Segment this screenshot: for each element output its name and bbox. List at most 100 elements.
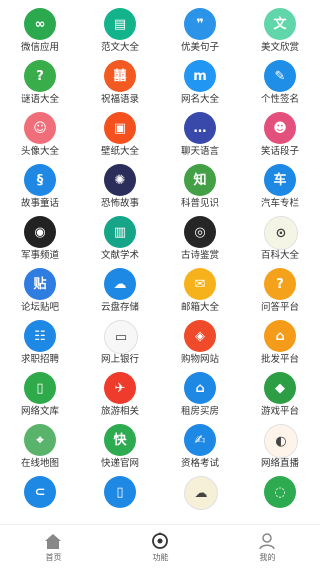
document-icon: ▤ <box>104 8 136 40</box>
grid-item[interactable]: ☷ 求职招聘 <box>0 312 80 366</box>
nickname-icon: m <box>184 60 216 92</box>
grid-item[interactable]: ▯ <box>80 468 160 522</box>
grid-item[interactable]: ⌂ 租房买房 <box>160 364 240 418</box>
question-icon: ? <box>264 268 296 300</box>
signature-icon-glyph: ✎ <box>274 68 286 84</box>
tab-profile[interactable]: 我的 <box>214 529 320 567</box>
nickname-icon-glyph: m <box>193 68 207 84</box>
lightbulb-icon: ? <box>24 60 56 92</box>
car-icon: 车 <box>264 164 296 196</box>
grid-item[interactable]: 文美文欣赏 <box>240 0 320 54</box>
cloud-drive-icon: ☁ <box>104 268 136 300</box>
grid-item[interactable]: ▥ 文献学术 <box>80 208 160 262</box>
grid-item[interactable]: ▭ 网上银行 <box>80 312 160 366</box>
quote-icon-glyph: ❞ <box>196 16 204 32</box>
forum-icon-glyph: 贴 <box>33 276 47 292</box>
quote-icon: ❞ <box>184 8 216 40</box>
profile-icon <box>259 533 275 550</box>
home-icon <box>45 534 61 549</box>
grid-item[interactable]: ▣ 壁纸大全 <box>80 104 160 158</box>
shopping-icon-glyph: ◈ <box>195 328 205 344</box>
grid-item[interactable]: ✈ 旅游相关 <box>80 364 160 418</box>
grid-item[interactable]: ☁ <box>160 468 240 522</box>
grid-item[interactable]: ⊂ <box>0 468 80 522</box>
library-icon-glyph: ▯ <box>36 380 44 396</box>
grid-item[interactable]: … 聊天语言 <box>160 104 240 158</box>
grid-item[interactable]: ◎ 古诗鉴赏 <box>160 208 240 262</box>
map-icon-glyph: ⌖ <box>36 432 44 448</box>
wechat-icon: ◌ <box>264 476 296 508</box>
tab-home[interactable]: 首页 <box>0 529 107 567</box>
grid-item[interactable]: ☻ 笑话段子 <box>240 104 320 158</box>
wallpaper-icon-glyph: ▣ <box>113 120 127 136</box>
travel-icon: ✈ <box>104 372 136 404</box>
wechat-icon-glyph: ◌ <box>274 484 286 500</box>
grid-item[interactable]: ? 谜语大全 <box>0 52 80 106</box>
mail-icon-glyph: ✉ <box>194 276 206 292</box>
grid-item[interactable]: ✉ 邮箱大全 <box>160 260 240 314</box>
grid-item[interactable]: ⊙ 百科大全 <box>240 208 320 262</box>
grid-item[interactable]: ◐ 网络直播 <box>240 416 320 470</box>
grid-item[interactable]: m 网名大全 <box>160 52 240 106</box>
story-icon-glyph: § <box>36 172 44 188</box>
job-icon: ☷ <box>24 320 56 352</box>
encyclopedia-icon-glyph: ⊙ <box>275 225 287 241</box>
phone-icon: ▯ <box>104 476 136 508</box>
grid-item[interactable]: ☺ 头像大全 <box>0 104 80 158</box>
grid-item[interactable]: ⌖ 在线地图 <box>0 416 80 470</box>
house-icon-glyph: ⌂ <box>195 380 205 396</box>
house-icon: ⌂ <box>184 372 216 404</box>
grid-item[interactable]: 囍祝福语录 <box>80 52 160 106</box>
wholesale-icon: ⌂ <box>264 320 296 352</box>
exam-icon-glyph: ✍ <box>194 432 206 448</box>
grid-item[interactable]: 知科普见识 <box>160 156 240 210</box>
tool-grid: ∞ 微信应用 ▤ 范文大全 ❞ 优美句子文美文欣赏 ? 谜语大全囍祝福语录 m 网名大全 ✎ 个性签名… <box>0 0 320 524</box>
function-icon <box>152 532 168 549</box>
travel-icon-glyph: ✈ <box>114 380 126 396</box>
live-icon: ◐ <box>264 424 298 458</box>
grid-item[interactable]: ◌ <box>240 468 320 522</box>
lightbulb-icon-glyph: ? <box>36 68 44 84</box>
grid-item[interactable]: ✎ 个性签名 <box>240 52 320 106</box>
grid-item[interactable]: ∞ 微信应用 <box>0 0 80 54</box>
grid-item[interactable]: ❞ 优美句子 <box>160 0 240 54</box>
science-icon: 知 <box>184 164 216 196</box>
wechat-app-icon-glyph: ∞ <box>34 16 46 32</box>
grid-item[interactable]: ☁ 云盘存储 <box>80 260 160 314</box>
blessing-icon-glyph: 囍 <box>113 68 127 84</box>
grid-item[interactable]: ▯ 网络文库 <box>0 364 80 418</box>
tab-function[interactable]: 功能 <box>107 529 214 567</box>
military-icon: ◉ <box>24 216 56 248</box>
poem-icon: ◎ <box>184 216 216 248</box>
game-icon: ◆ <box>264 372 296 404</box>
grid-item[interactable]: ◈ 购物网站 <box>160 312 240 366</box>
bank-icon-glyph: ▭ <box>114 329 128 345</box>
grid-item[interactable]: 快快递官网 <box>80 416 160 470</box>
signature-icon: ✎ <box>264 60 296 92</box>
grid-item[interactable]: ◆ 游戏平台 <box>240 364 320 418</box>
story-icon: § <box>24 164 56 196</box>
tab-function-label: 功能 <box>152 553 169 562</box>
grid-item[interactable]: ▤ 范文大全 <box>80 0 160 54</box>
bottom-tab-bar: 首页 功能 我的 <box>0 524 320 570</box>
wholesale-icon-glyph: ⌂ <box>275 328 285 344</box>
forum-icon: 贴 <box>24 268 56 300</box>
grid-item[interactable]: ⌂ 批发平台 <box>240 312 320 366</box>
grid-item[interactable]: ✺ 恐怖故事 <box>80 156 160 210</box>
chat-icon-glyph: … <box>193 120 207 136</box>
exam-icon: ✍ <box>184 424 216 456</box>
wechat-app-icon: ∞ <box>24 8 56 40</box>
car-icon-glyph: 车 <box>273 172 287 188</box>
cloud-drive-icon-glyph: ☁ <box>113 276 127 292</box>
partial-icon-blue: ⊂ <box>24 476 56 508</box>
grid-item[interactable]: ? 问答平台 <box>240 260 320 314</box>
grid-item[interactable]: 贴论坛贴吧 <box>0 260 80 314</box>
military-icon-glyph: ◉ <box>34 224 46 240</box>
map-icon: ⌖ <box>24 424 56 456</box>
text-icon: 文 <box>264 8 296 40</box>
grid-item[interactable]: § 故事童话 <box>0 156 80 210</box>
blessing-icon: 囍 <box>104 60 136 92</box>
grid-item[interactable]: 车汽车专栏 <box>240 156 320 210</box>
grid-item[interactable]: ✍ 资格考试 <box>160 416 240 470</box>
grid-item[interactable]: ◉ 军事频道 <box>0 208 80 262</box>
